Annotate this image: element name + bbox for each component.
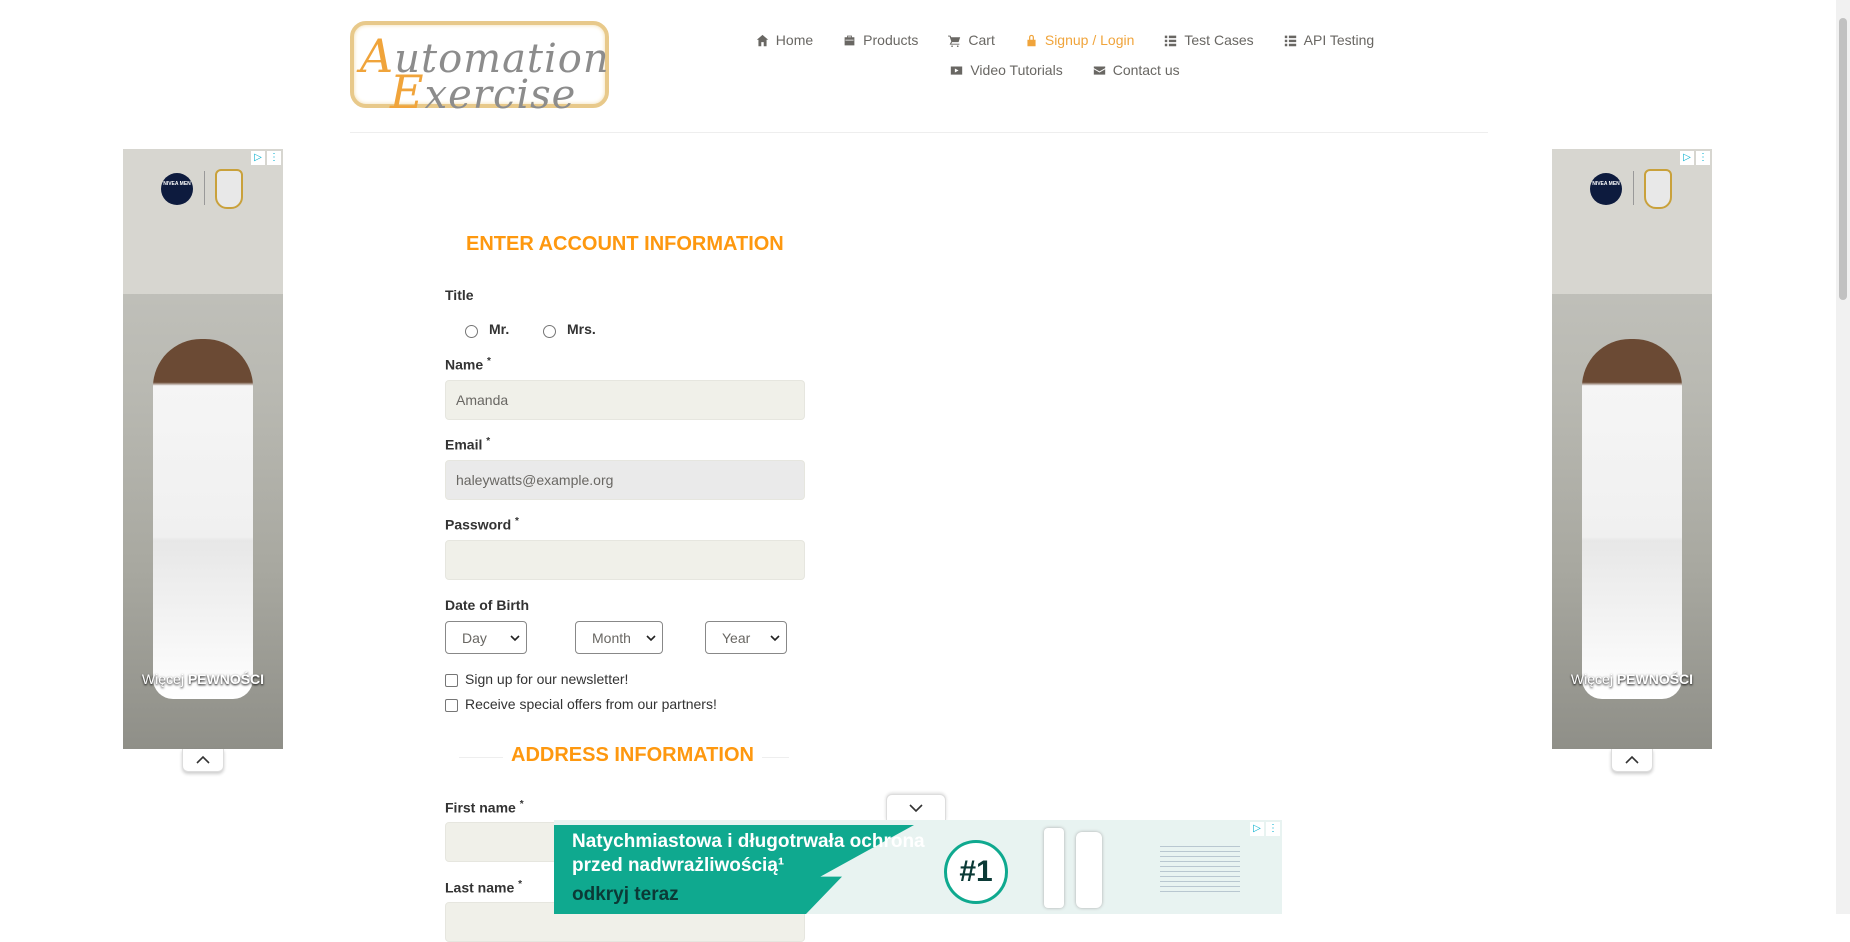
- title-mr-label[interactable]: Mr.: [489, 321, 509, 337]
- name-label: Name *: [445, 356, 491, 373]
- nav-api-testing[interactable]: API Testing: [1269, 28, 1390, 52]
- mouthwash-image: [1076, 832, 1102, 908]
- nav-test-cases-label: Test Cases: [1184, 32, 1254, 48]
- nav-home[interactable]: Home: [741, 28, 828, 52]
- ad-choices[interactable]: ▷ ⋮: [251, 151, 281, 165]
- site-logo[interactable]: Automation Exercise: [350, 21, 609, 119]
- dob-year-select[interactable]: Year: [705, 621, 787, 654]
- cart-icon: [948, 35, 961, 47]
- adchoices-icon[interactable]: ▷: [1680, 151, 1694, 165]
- left-side-ad[interactable]: NIVEA MEN Więcej PEWNOŚCI ▷ ⋮: [123, 149, 283, 749]
- chevron-down-icon: [646, 634, 656, 641]
- dob-day-value: Day: [462, 629, 487, 646]
- email-input[interactable]: [445, 460, 805, 500]
- ad-tagline: Więcej PEWNOŚCI: [1570, 671, 1694, 687]
- password-input[interactable]: [445, 540, 805, 580]
- right-ad-collapse-button[interactable]: [1611, 749, 1653, 772]
- first-name-label: First name *: [445, 799, 524, 816]
- page-scrollbar[interactable]: [1836, 0, 1850, 914]
- name-input[interactable]: [445, 380, 805, 420]
- dob-label: Date of Birth: [445, 597, 529, 613]
- products-icon: [844, 35, 855, 45]
- offers-label[interactable]: Receive special offers from our partners…: [465, 696, 717, 712]
- ad-background: [123, 149, 283, 294]
- nav-cart[interactable]: Cart: [933, 28, 1009, 52]
- ad-badge: #1: [944, 840, 1008, 904]
- nav-video-tutorials-label: Video Tutorials: [970, 62, 1063, 78]
- club-crest-icon: [1644, 169, 1672, 209]
- bottom-ad-collapse-button[interactable]: [886, 794, 946, 821]
- list-icon: [1165, 35, 1177, 46]
- password-label: Password *: [445, 516, 519, 533]
- chevron-down-icon: [510, 634, 520, 641]
- logo-line-2: Exercise: [390, 65, 577, 119]
- home-icon: [756, 34, 768, 46]
- chevron-up-icon: [196, 755, 210, 764]
- ad-menu-icon[interactable]: ⋮: [1266, 822, 1280, 836]
- list-icon: [1284, 35, 1296, 46]
- nav-contact-us-label: Contact us: [1112, 62, 1180, 78]
- title-mrs-label[interactable]: Mrs.: [567, 321, 596, 337]
- ad-separator: [204, 171, 205, 205]
- ad-choices[interactable]: ▷ ⋮: [1250, 822, 1280, 836]
- nav-products-label: Products: [863, 32, 919, 48]
- newsletter-label[interactable]: Sign up for our newsletter!: [465, 671, 628, 687]
- ad-separator: [1633, 171, 1634, 205]
- scrollbar-thumb[interactable]: [1839, 18, 1847, 300]
- header-divider: [350, 132, 1488, 133]
- nav-products[interactable]: Products: [828, 28, 933, 52]
- adchoices-icon[interactable]: ▷: [251, 151, 265, 165]
- nivea-logo: NIVEA MEN: [161, 173, 193, 205]
- nav-home-label: Home: [775, 32, 814, 48]
- bottom-anchor-ad[interactable]: Natychmiastowa i długotrwała ochrona prz…: [554, 820, 1282, 914]
- lock-icon: [1027, 34, 1036, 46]
- toothbrush-image: [1044, 828, 1064, 908]
- nav-api-testing-label: API Testing: [1303, 32, 1375, 48]
- dob-year-value: Year: [722, 629, 751, 646]
- club-crest-icon: [215, 169, 243, 209]
- nav-test-cases[interactable]: Test Cases: [1149, 28, 1268, 52]
- athlete-image: [1582, 339, 1682, 699]
- nivea-logo: NIVEA MEN: [1590, 173, 1622, 205]
- ad-choices[interactable]: ▷ ⋮: [1680, 151, 1710, 165]
- left-ad-collapse-button[interactable]: [182, 749, 224, 772]
- account-info-title: ENTER ACCOUNT INFORMATION: [466, 233, 784, 255]
- dob-day-select[interactable]: Day: [445, 621, 527, 654]
- adchoices-icon[interactable]: ▷: [1250, 822, 1264, 836]
- address-info-title: ADDRESS INFORMATION: [503, 744, 762, 767]
- athlete-image: [153, 339, 253, 699]
- ad-headline: Natychmiastowa i długotrwała ochrona prz…: [572, 831, 925, 876]
- ad-menu-icon[interactable]: ⋮: [1696, 151, 1710, 165]
- nav-contact-us[interactable]: Contact us: [1078, 58, 1195, 82]
- dob-month-value: Month: [592, 629, 631, 646]
- title-mrs-radio[interactable]: [543, 325, 556, 338]
- nav-signup-login[interactable]: Signup / Login: [1010, 28, 1150, 52]
- offers-checkbox[interactable]: [445, 699, 458, 712]
- dob-month-select[interactable]: Month: [575, 621, 663, 654]
- title-mr-radio[interactable]: [465, 325, 478, 338]
- nav-signup-login-label: Signup / Login: [1044, 32, 1135, 48]
- ad-fine-print: [1160, 846, 1240, 892]
- ad-background: [1552, 149, 1712, 294]
- youtube-icon: [951, 65, 963, 75]
- title-label: Title: [445, 287, 474, 303]
- ad-menu-icon[interactable]: ⋮: [267, 151, 281, 165]
- email-label: Email *: [445, 436, 491, 453]
- chevron-up-icon: [1625, 755, 1639, 764]
- main-nav: Home Products Cart Signup / Login Test C…: [740, 28, 1390, 88]
- envelope-icon: [1093, 65, 1105, 75]
- chevron-down-icon: [909, 804, 923, 813]
- last-name-label: Last name *: [445, 879, 523, 896]
- nav-video-tutorials[interactable]: Video Tutorials: [935, 58, 1077, 82]
- right-side-ad[interactable]: NIVEA MEN Więcej PEWNOŚCI ▷ ⋮: [1552, 149, 1712, 749]
- newsletter-checkbox[interactable]: [445, 674, 458, 687]
- ad-tagline: Więcej PEWNOŚCI: [141, 671, 265, 687]
- ad-cta[interactable]: odkryj teraz: [572, 884, 679, 906]
- nav-cart-label: Cart: [968, 32, 995, 48]
- chevron-down-icon: [770, 634, 780, 641]
